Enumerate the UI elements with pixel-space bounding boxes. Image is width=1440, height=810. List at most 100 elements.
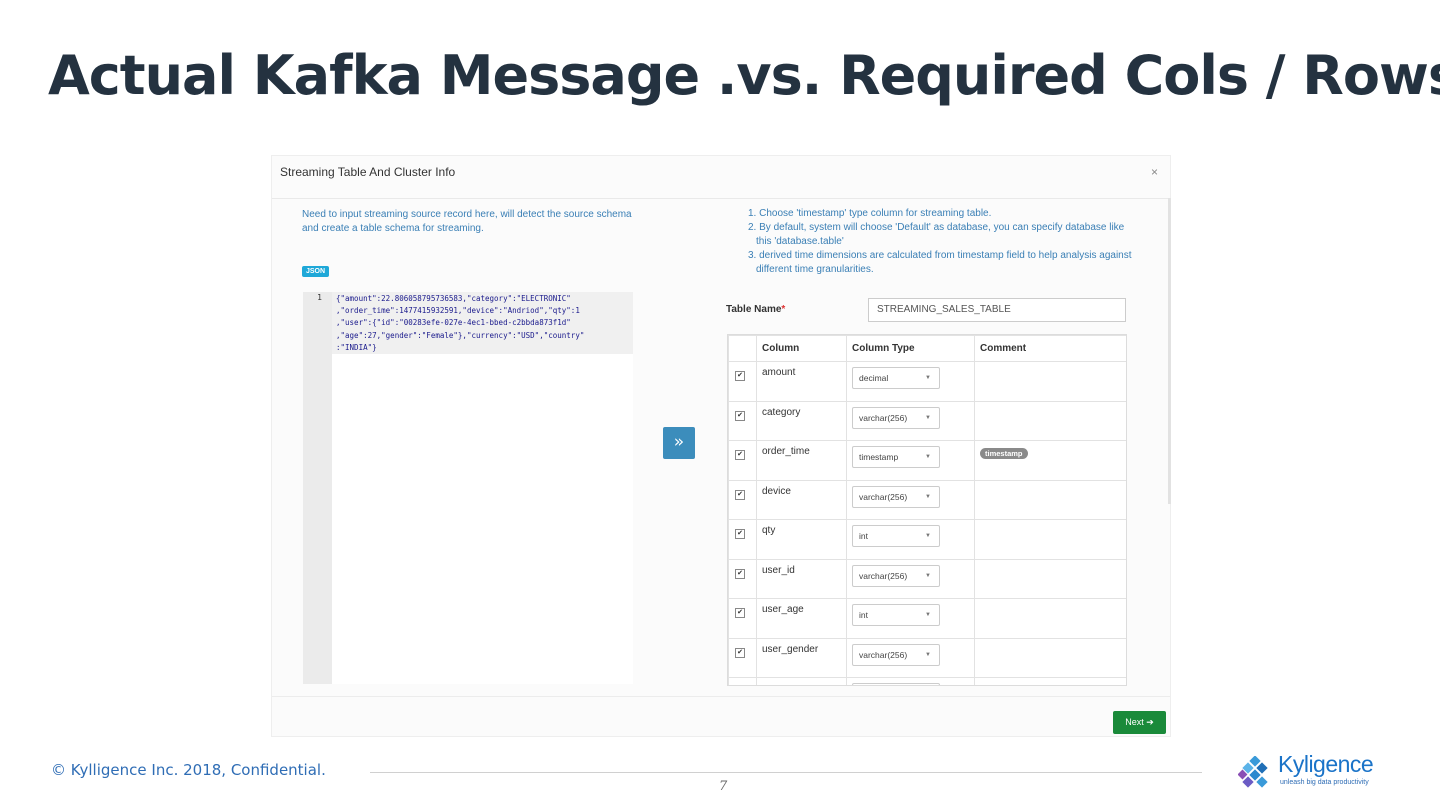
include-checkbox[interactable]: ✔ — [735, 647, 745, 658]
column-type-value: varchar(256) — [859, 412, 908, 423]
row-checkbox-cell: ✔ — [728, 479, 757, 520]
column-type-select[interactable]: int ▼ — [852, 525, 940, 547]
copyright-notice: © Kylligence Inc. 2018, Confidential. — [51, 761, 326, 779]
column-type-value: int — [859, 610, 868, 620]
streaming-table-dialog: Streaming Table And Cluster Info × Need … — [271, 155, 1171, 737]
table-row: ✔ user_id varchar(256) ▼ — [728, 558, 1126, 599]
column-type-value: varchar(256) — [859, 491, 908, 502]
comment-cell — [974, 361, 1126, 402]
include-checkbox[interactable]: ✔ — [735, 450, 745, 460]
close-icon[interactable]: × — [1151, 165, 1158, 179]
line-number: 1 — [317, 293, 322, 302]
column-name: order_time — [756, 440, 847, 481]
row-checkbox-cell: ✔ — [728, 558, 757, 599]
chevron-down-icon: ▼ — [925, 493, 931, 500]
schema-rows: ✔ amount decimal ▼ ✔ category varchar(256) ▼ ✔ or… — [728, 361, 1126, 685]
instruction-item: 3. derived time dimensions are calculate… — [748, 250, 1132, 275]
dialog-title: Streaming Table And Cluster Info — [280, 165, 456, 179]
parse-schema-button[interactable]: » — [663, 427, 695, 459]
chevron-down-icon: ▼ — [925, 612, 931, 618]
next-button[interactable]: Next ➔ — [1113, 711, 1166, 734]
schema-instructions: 1. Choose 'timestamp' type column for st… — [748, 207, 1136, 277]
column-name: category — [756, 400, 847, 441]
chevron-down-icon: ▼ — [925, 651, 931, 658]
column-type-cell: varchar(256) ▼ — [846, 400, 975, 441]
column-type-value: varchar(256) — [859, 649, 908, 660]
comment-cell: timestamp — [974, 440, 1126, 481]
table-row: ✔ category varchar(256) ▼ — [728, 400, 1126, 441]
table-name-input[interactable]: STREAMING_SALES_TABLE — [868, 298, 1126, 322]
column-type-select[interactable]: varchar(256) ▼ — [852, 643, 940, 666]
column-type-select[interactable]: varchar(256) ▼ — [852, 406, 940, 429]
include-checkbox[interactable]: ✔ — [735, 371, 745, 381]
column-type-select[interactable]: varchar(256) ▼ — [852, 485, 940, 508]
timestamp-badge: timestamp — [980, 448, 1028, 459]
column-type-select[interactable]: timestamp ▼ — [852, 446, 940, 468]
column-type-value: varchar(256) — [859, 570, 908, 581]
row-checkbox-cell: ✔ — [728, 637, 757, 678]
row-checkbox-cell: ✔ — [728, 400, 757, 441]
chevron-down-icon: ▼ — [925, 533, 931, 539]
kyligence-logo-icon — [1238, 756, 1268, 788]
column-type-select[interactable]: varchar(256)▼ — [852, 683, 940, 685]
column-type-cell: varchar(256)▼ — [846, 677, 975, 685]
dialog-scrollbar[interactable] — [1168, 198, 1171, 504]
comment-cell — [974, 637, 1126, 678]
comment-cell — [974, 677, 1126, 685]
comment-cell — [974, 479, 1126, 520]
table-row: ✔ user_age int ▼ — [728, 598, 1126, 639]
include-checkbox[interactable]: ✔ — [735, 410, 745, 421]
json-record-editor[interactable]: 1 {"amount":22.806058795736583,"category… — [303, 292, 633, 684]
column-type-value: int — [859, 531, 868, 541]
column-name: amount — [756, 361, 847, 402]
header-column-type: Column Type — [846, 335, 975, 362]
column-schema-table: Column Column Type Comment ✔ amount decima… — [727, 334, 1127, 686]
editor-gutter: 1 — [303, 292, 332, 684]
row-checkbox-cell: ✔ — [728, 677, 757, 685]
logo-tagline: unleash big data productivity — [1280, 779, 1369, 786]
instruction-item: 2. By default, system will choose 'Defau… — [748, 222, 1125, 247]
header-column: Column — [756, 335, 847, 362]
column-name: user_age — [756, 598, 847, 639]
column-type-value: decimal — [859, 373, 889, 383]
chevron-down-icon: ▼ — [925, 572, 931, 579]
include-checkbox[interactable]: ✔ — [735, 568, 745, 579]
column-name: qty — [756, 519, 847, 560]
column-name: user_id — [756, 558, 847, 599]
row-checkbox-cell: ✔ — [728, 598, 757, 639]
table-name-label: Table Name* — [726, 304, 785, 315]
column-name: device — [756, 479, 847, 520]
chevron-down-icon: ▼ — [925, 684, 931, 685]
json-format-badge: JSON — [302, 266, 330, 277]
footer-divider — [370, 772, 1202, 773]
column-type-cell: decimal ▼ — [846, 361, 975, 402]
table-row: ✔ order_time timestamp ▼ timestamp — [728, 440, 1126, 481]
include-checkbox[interactable]: ✔ — [735, 608, 745, 618]
header-checkbox-cell — [728, 335, 757, 362]
row-checkbox-cell: ✔ — [728, 519, 757, 560]
comment-cell — [974, 558, 1126, 599]
dialog-footer — [272, 696, 1170, 738]
column-type-select[interactable]: int ▼ — [852, 604, 940, 626]
json-record-text[interactable]: {"amount":22.806058795736583,"category":… — [336, 293, 584, 354]
column-type-select[interactable]: varchar(256) ▼ — [852, 564, 940, 587]
dialog-header: Streaming Table And Cluster Info × — [272, 156, 1170, 199]
row-checkbox-cell: ✔ — [728, 440, 757, 481]
logo-name: Kyligence — [1278, 751, 1374, 777]
column-type-select[interactable]: decimal ▼ — [852, 367, 940, 389]
table-name-label-text: Table Name — [726, 304, 782, 315]
chevron-down-icon: ▼ — [925, 414, 931, 421]
comment-cell — [974, 400, 1126, 441]
page-number: 7 — [719, 779, 728, 794]
instruction-item: 1. Choose 'timestamp' type column for st… — [748, 208, 992, 219]
comment-cell — [974, 598, 1126, 639]
include-checkbox[interactable]: ✔ — [735, 489, 745, 500]
row-checkbox-cell: ✔ — [728, 361, 757, 402]
include-checkbox[interactable]: ✔ — [735, 529, 745, 539]
table-row: ✔currency varchar(256)▼ — [728, 677, 1126, 685]
column-name: currency — [756, 677, 847, 685]
column-type-cell: varchar(256) ▼ — [846, 558, 975, 599]
slide-title: Actual Kafka Message .vs. Required Cols … — [48, 44, 1440, 107]
table-row: ✔ amount decimal ▼ — [728, 361, 1126, 402]
column-type-cell: int ▼ — [846, 519, 975, 560]
